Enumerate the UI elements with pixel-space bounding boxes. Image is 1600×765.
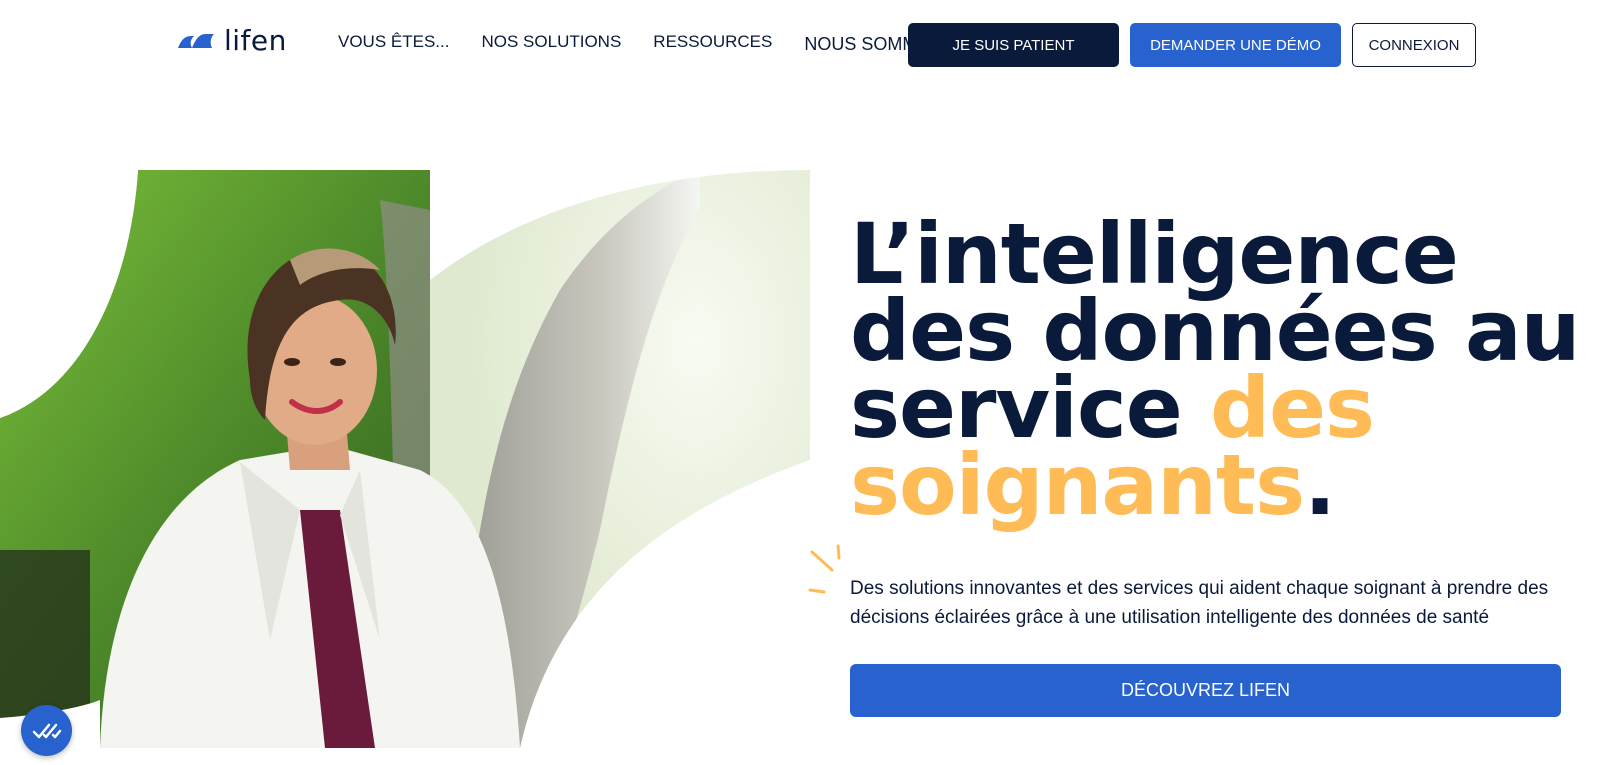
demo-button[interactable]: DEMANDER UNE DÉMO (1130, 23, 1341, 67)
hero-doctor-photo (0, 170, 820, 748)
double-check-icon (32, 723, 61, 738)
accessibility-button[interactable] (21, 705, 72, 756)
discover-lifen-button[interactable]: DÉCOUVREZ LIFEN (850, 664, 1561, 717)
headline-period: . (1304, 436, 1336, 534)
hero-subtitle: Des solutions innovantes et des services… (850, 578, 1549, 628)
logo[interactable]: lifen (176, 24, 287, 57)
logo-text: lifen (224, 24, 287, 57)
hero-headline: L’intelligence des données au service de… (850, 212, 1590, 527)
nav-vous-etes[interactable]: VOUS ÊTES... (338, 32, 449, 55)
nav-nos-solutions[interactable]: NOS SOLUTIONS (481, 32, 621, 55)
login-button[interactable]: CONNEXION (1352, 23, 1476, 67)
nav-ressources[interactable]: RESSOURCES (653, 32, 772, 55)
patient-button[interactable]: JE SUIS PATIENT (908, 23, 1119, 67)
lifen-logo-icon (178, 33, 214, 48)
main-nav: VOUS ÊTES... NOS SOLUTIONS RESSOURCES NO… (338, 32, 941, 55)
site-header: lifen VOUS ÊTES... NOS SOLUTIONS RESSOUR… (0, 0, 1600, 88)
sparkle-icon (808, 544, 841, 594)
